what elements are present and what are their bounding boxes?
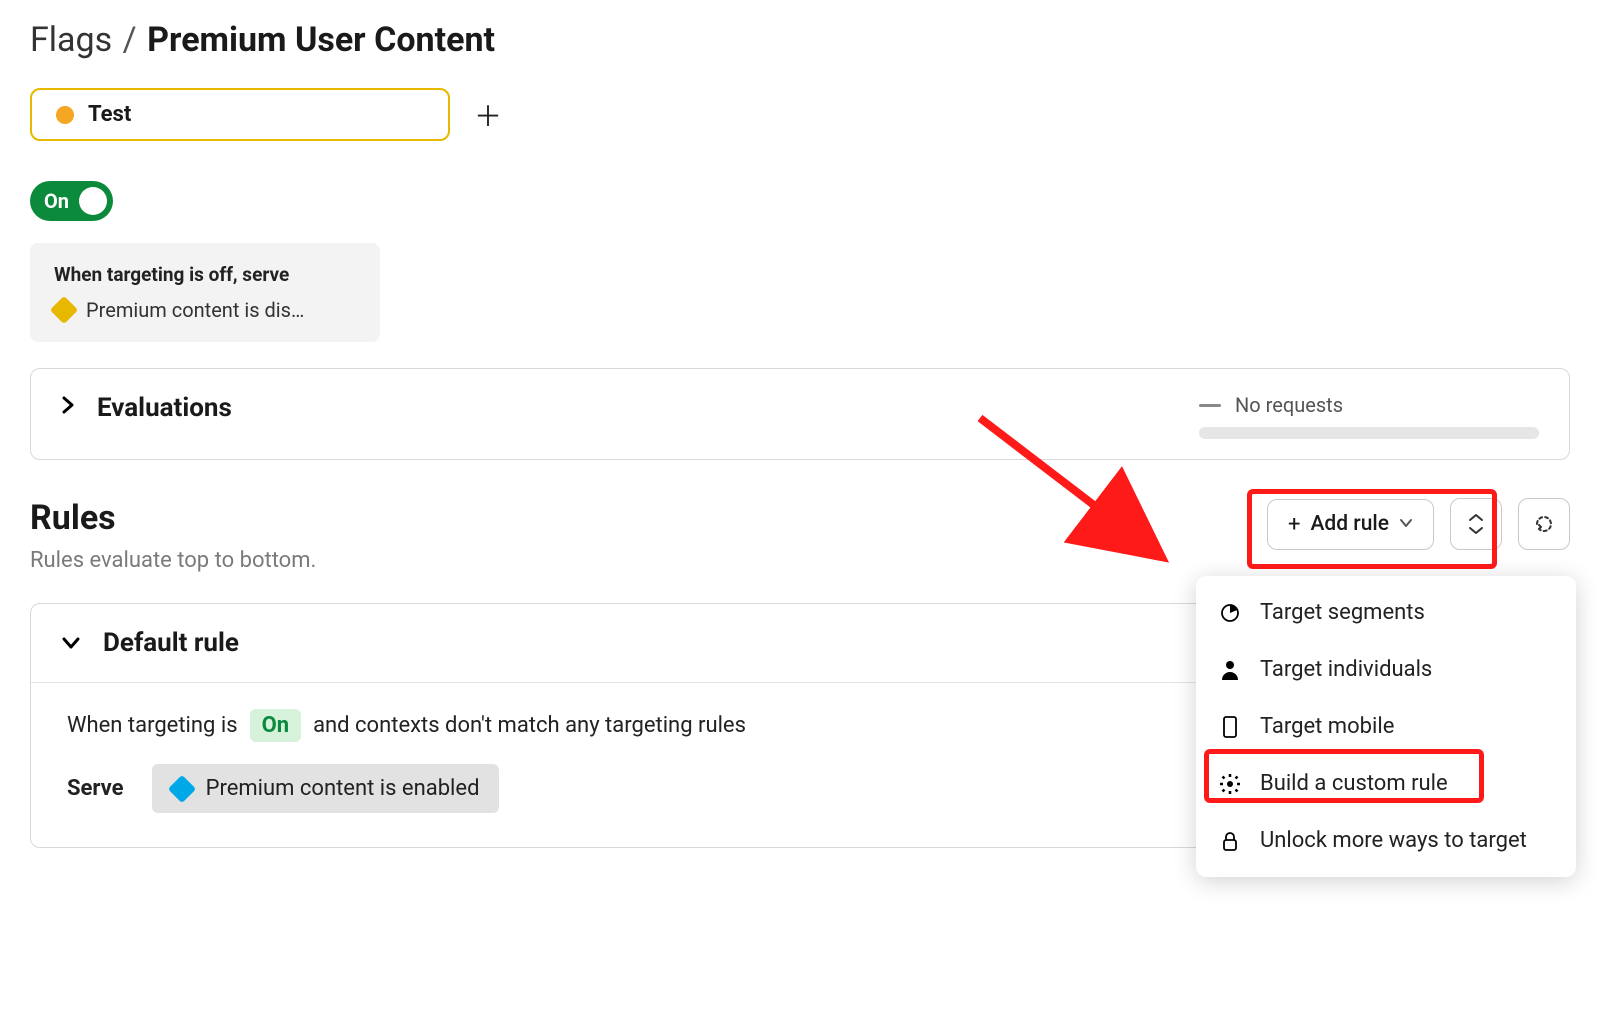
dropdown-item-unlock-more[interactable]: Unlock more ways to target [1196,812,1576,869]
evaluations-title: Evaluations [97,393,232,423]
environment-chip[interactable]: Test [30,88,450,141]
dropdown-item-label: Build a custom rule [1260,771,1448,796]
toggle-label: On [44,189,69,213]
targeting-off-label: When targeting is off, serve [54,263,356,286]
targeting-off-value-row: Premium content is dis… [54,298,356,322]
chevron-down-icon[interactable] [61,631,81,656]
dropdown-item-label: Target segments [1260,600,1425,625]
dropdown-item-label: Target mobile [1260,714,1394,739]
collapse-expand-button[interactable] [1450,498,1502,550]
rules-title: Rules [30,498,316,538]
lock-icon [1218,829,1242,853]
environment-status-dot [56,106,74,124]
person-icon [1218,658,1242,682]
chevron-down-icon [1399,516,1413,532]
default-rule-title: Default rule [103,628,239,658]
evaluations-panel[interactable]: Evaluations No requests [30,368,1570,460]
condition-suffix: and contexts don't match any targeting r… [313,713,746,738]
targeting-state-pill: On [250,709,302,742]
dropdown-item-label: Target individuals [1260,657,1432,682]
serve-variation-chip[interactable]: Premium content is enabled [152,764,500,813]
evaluations-progress-bar [1199,427,1539,439]
rules-subtitle: Rules evaluate top to bottom. [30,548,316,573]
dropdown-item-target-individuals[interactable]: Target individuals [1196,641,1576,698]
targeting-off-value: Premium content is dis… [86,298,304,322]
plus-icon: + [1288,512,1300,537]
dropdown-item-build-custom-rule[interactable]: Build a custom rule [1196,755,1576,812]
dropdown-item-target-segments[interactable]: Target segments [1196,584,1576,641]
add-rule-dropdown: Target segments Target individuals Targe… [1196,576,1576,877]
rules-actions: + Add rule Target segments [1267,498,1570,550]
no-requests-row: No requests [1199,393,1343,417]
condition-prefix: When targeting is [67,713,238,738]
rules-header: Rules Rules evaluate top to bottom. + Ad… [30,498,1570,573]
dash-icon [1199,404,1221,407]
environment-row: Test ＋ [30,88,1570,141]
add-environment-button[interactable]: ＋ [468,89,508,141]
dropdown-item-target-mobile[interactable]: Target mobile [1196,698,1576,755]
breadcrumb-parent[interactable]: Flags [30,20,112,60]
mobile-icon [1218,715,1242,739]
chevron-right-icon[interactable] [61,395,75,421]
serve-label: Serve [67,776,124,801]
toggle-knob [79,187,107,215]
environment-name: Test [88,102,131,127]
variation-diamond-icon [50,296,78,324]
evaluations-header: Evaluations [61,393,232,423]
dropdown-item-label: Unlock more ways to target [1260,828,1527,853]
breadcrumb-separator: / [123,20,137,60]
variation-diamond-icon [167,774,195,802]
no-requests-text: No requests [1235,393,1343,417]
targeting-toggle[interactable]: On [30,181,113,221]
serve-value: Premium content is enabled [206,776,480,801]
segments-icon [1218,601,1242,625]
add-rule-label: Add rule [1310,512,1389,536]
add-rule-button[interactable]: + Add rule [1267,499,1434,550]
targeting-off-card[interactable]: When targeting is off, serve Premium con… [30,243,380,342]
breadcrumb: Flags / Premium User Content [30,20,1570,60]
refresh-button[interactable] [1518,498,1570,550]
gear-icon [1218,772,1242,796]
evaluations-status: No requests [1199,393,1539,439]
breadcrumb-current: Premium User Content [147,20,495,60]
